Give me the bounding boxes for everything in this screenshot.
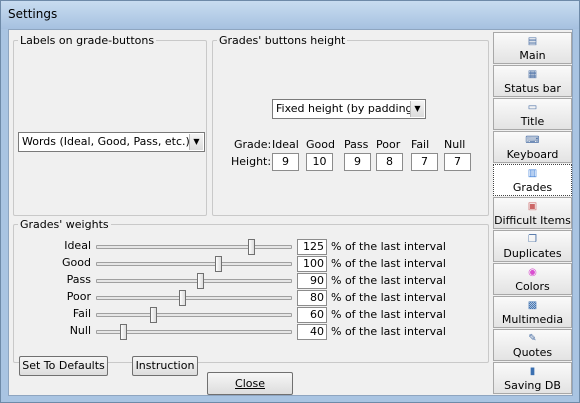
weight-percent-input[interactable]: 40 — [297, 324, 327, 340]
nav-item-status-bar[interactable]: ▦ Status bar — [493, 65, 572, 97]
grade-column-label: Ideal — [272, 138, 299, 151]
grade-label: Grade: — [234, 138, 272, 151]
weight-slider-track[interactable] — [96, 262, 292, 266]
weight-suffix-label: % of the last interval — [331, 257, 446, 270]
weight-percent-input[interactable]: 60 — [297, 307, 327, 323]
weight-slider-thumb[interactable] — [150, 307, 157, 323]
grades-icon: ▥ — [527, 168, 538, 179]
nav-item-duplicates[interactable]: ❐ Duplicates — [493, 230, 572, 262]
weight-row-label: Good — [62, 256, 91, 269]
nav-item-difficult-items[interactable]: ▣ Difficult Items — [493, 197, 572, 229]
weight-slider-thumb[interactable] — [197, 273, 204, 289]
weight-slider-track[interactable] — [96, 245, 292, 249]
grade-column-label: Pass — [344, 138, 369, 151]
difficult-items-icon: ▣ — [527, 201, 538, 212]
instruction-button[interactable]: Instruction — [132, 356, 198, 376]
duplicates-icon: ❐ — [528, 234, 537, 245]
grade-height-input[interactable]: 8 — [376, 153, 403, 171]
grade-height-input[interactable]: 10 — [306, 153, 333, 171]
grade-column-label: Poor — [376, 138, 401, 151]
window-title: Settings — [8, 7, 58, 21]
weight-row-label: Ideal — [64, 239, 91, 252]
nav-item-label: Title — [520, 115, 545, 128]
weight-slider-thumb[interactable] — [215, 256, 222, 272]
title-bar[interactable]: Settings — [1, 1, 579, 29]
labels-group: Labels on grade-buttons Words (Ideal, Go… — [13, 34, 207, 216]
weight-slider-thumb[interactable] — [248, 239, 255, 255]
nav-item-label: Main — [519, 49, 546, 62]
nav-item-grades[interactable]: ▥ Grades — [493, 164, 572, 196]
grade-height-input[interactable]: 9 — [344, 153, 371, 171]
height-mode-select[interactable]: Fixed height (by padding) ▼ — [272, 99, 426, 119]
nav-item-multimedia[interactable]: ▩ Multimedia — [493, 296, 572, 328]
height-group: Grades' buttons height Fixed height (by … — [212, 34, 489, 216]
nav-item-colors[interactable]: ◉ Colors — [493, 263, 572, 295]
status-bar-icon: ▦ — [527, 69, 538, 80]
height-group-legend: Grades' buttons height — [219, 34, 346, 47]
grade-column-label: Fail — [411, 138, 430, 151]
grade-height-input[interactable]: 7 — [444, 153, 471, 171]
weight-slider-track[interactable] — [96, 279, 292, 283]
nav-item-label: Difficult Items — [494, 214, 571, 227]
weight-row-label: Fail — [72, 307, 91, 320]
set-defaults-button[interactable]: Set To Defaults — [19, 356, 108, 376]
saving-db-icon: ▮ — [529, 366, 536, 377]
main-icon: ▤ — [527, 36, 538, 47]
weight-percent-input[interactable]: 80 — [297, 290, 327, 306]
nav-item-quotes[interactable]: ✎ Quotes — [493, 329, 572, 361]
height-label: Height: — [231, 155, 272, 168]
colors-icon: ◉ — [528, 267, 537, 278]
weight-suffix-label: % of the last interval — [331, 240, 446, 253]
nav-item-label: Keyboard — [506, 148, 559, 161]
close-button[interactable]: Close — [207, 372, 293, 395]
nav-item-label: Saving DB — [504, 379, 561, 392]
grade-column-label: Null — [444, 138, 466, 151]
weight-slider-thumb[interactable] — [120, 324, 127, 340]
nav-item-label: Multimedia — [501, 313, 564, 326]
grade-height-input[interactable]: 7 — [411, 153, 438, 171]
nav-item-label: Quotes — [512, 346, 553, 359]
title-icon: ▭ — [527, 102, 538, 113]
settings-window: Settings Labels on grade-buttons Words (… — [0, 0, 580, 403]
settings-client-area: Labels on grade-buttons Words (Ideal, Go… — [8, 29, 573, 396]
height-mode-value: Fixed height (by padding) — [276, 102, 417, 115]
quotes-icon: ✎ — [528, 333, 537, 344]
weight-row-label: Poor — [66, 290, 91, 303]
multimedia-icon: ▩ — [527, 300, 538, 311]
weights-group-legend: Grades' weights — [20, 218, 109, 231]
nav-item-label: Status bar — [504, 82, 561, 95]
weight-suffix-label: % of the last interval — [331, 274, 446, 287]
nav-item-label: Grades — [512, 181, 553, 194]
weight-percent-input[interactable]: 125 — [297, 239, 327, 255]
nav-item-title[interactable]: ▭ Title — [493, 98, 572, 130]
weight-suffix-label: % of the last interval — [331, 308, 446, 321]
chevron-down-icon: ▼ — [410, 101, 424, 117]
grade-height-input[interactable]: 9 — [272, 153, 299, 171]
labels-group-legend: Labels on grade-buttons — [20, 34, 155, 47]
keyboard-icon: ⌨ — [525, 135, 540, 146]
weight-slider-track[interactable] — [96, 296, 292, 300]
weight-suffix-label: % of the last interval — [331, 291, 446, 304]
grade-column-label: Good — [306, 138, 335, 151]
weights-group: Grades' weights Ideal 125 % of the last in… — [13, 218, 489, 376]
weight-row-label: Null — [69, 324, 91, 337]
nav-item-label: Duplicates — [503, 247, 562, 260]
settings-nav: ▤ Main ▦ Status bar ▭ Title ⌨ Keyboard ▥ Grades ▣ D… — [493, 32, 572, 394]
weight-slider-thumb[interactable] — [179, 290, 186, 306]
nav-item-main[interactable]: ▤ Main — [493, 32, 572, 64]
weight-percent-input[interactable]: 100 — [297, 256, 327, 272]
chevron-down-icon: ▼ — [189, 134, 203, 150]
nav-item-keyboard[interactable]: ⌨ Keyboard — [493, 131, 572, 163]
weight-row-label: Pass — [66, 273, 91, 286]
weight-slider-track[interactable] — [96, 313, 292, 317]
weight-percent-input[interactable]: 90 — [297, 273, 327, 289]
labels-select-value: Words (Ideal, Good, Pass, etc.) — [22, 135, 190, 148]
weight-suffix-label: % of the last interval — [331, 325, 446, 338]
nav-item-saving-db[interactable]: ▮ Saving DB — [493, 362, 572, 394]
labels-select[interactable]: Words (Ideal, Good, Pass, etc.) ▼ — [18, 132, 205, 152]
nav-item-label: Colors — [515, 280, 550, 293]
